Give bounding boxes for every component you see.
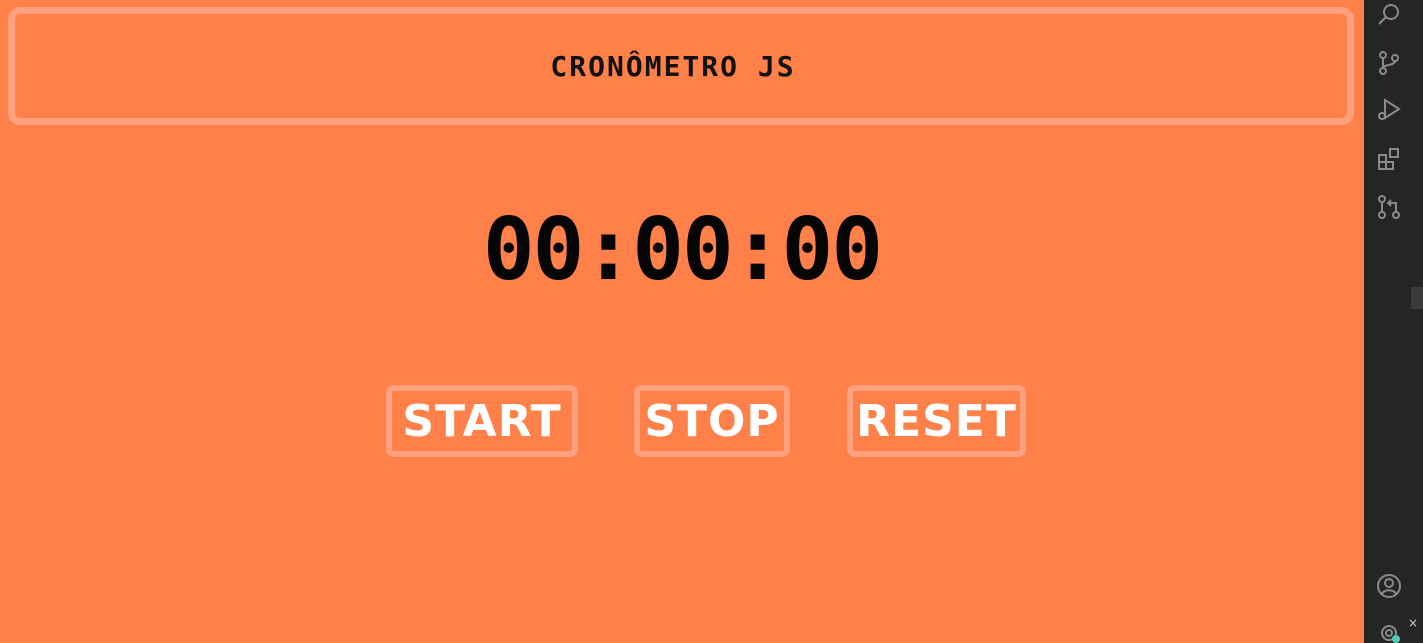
- page-title: CRONÔMETRO JS: [550, 49, 796, 83]
- app-window: CRONÔMETRO JS 00:00:00 START STOP RESET: [0, 0, 1423, 643]
- run-debug-icon[interactable]: [1376, 97, 1402, 123]
- stopwatch-page: CRONÔMETRO JS 00:00:00 START STOP RESET: [0, 0, 1364, 643]
- title-box: CRONÔMETRO JS: [8, 7, 1354, 125]
- timer-display: 00:00:00: [482, 200, 883, 300]
- start-button[interactable]: START: [386, 385, 578, 457]
- close-icon[interactable]: ×: [1408, 616, 1418, 630]
- extensions-icon[interactable]: [1376, 146, 1402, 172]
- pull-request-icon[interactable]: [1376, 194, 1402, 220]
- source-control-icon[interactable]: [1376, 50, 1402, 76]
- reset-button[interactable]: RESET: [847, 385, 1026, 457]
- settings-gear-icon[interactable]: [1376, 620, 1402, 643]
- stop-button[interactable]: STOP: [634, 385, 790, 457]
- search-icon[interactable]: [1376, 2, 1402, 28]
- activity-bar: ×: [1364, 0, 1423, 643]
- scroll-indicator[interactable]: [1411, 287, 1423, 309]
- account-icon[interactable]: [1376, 573, 1402, 599]
